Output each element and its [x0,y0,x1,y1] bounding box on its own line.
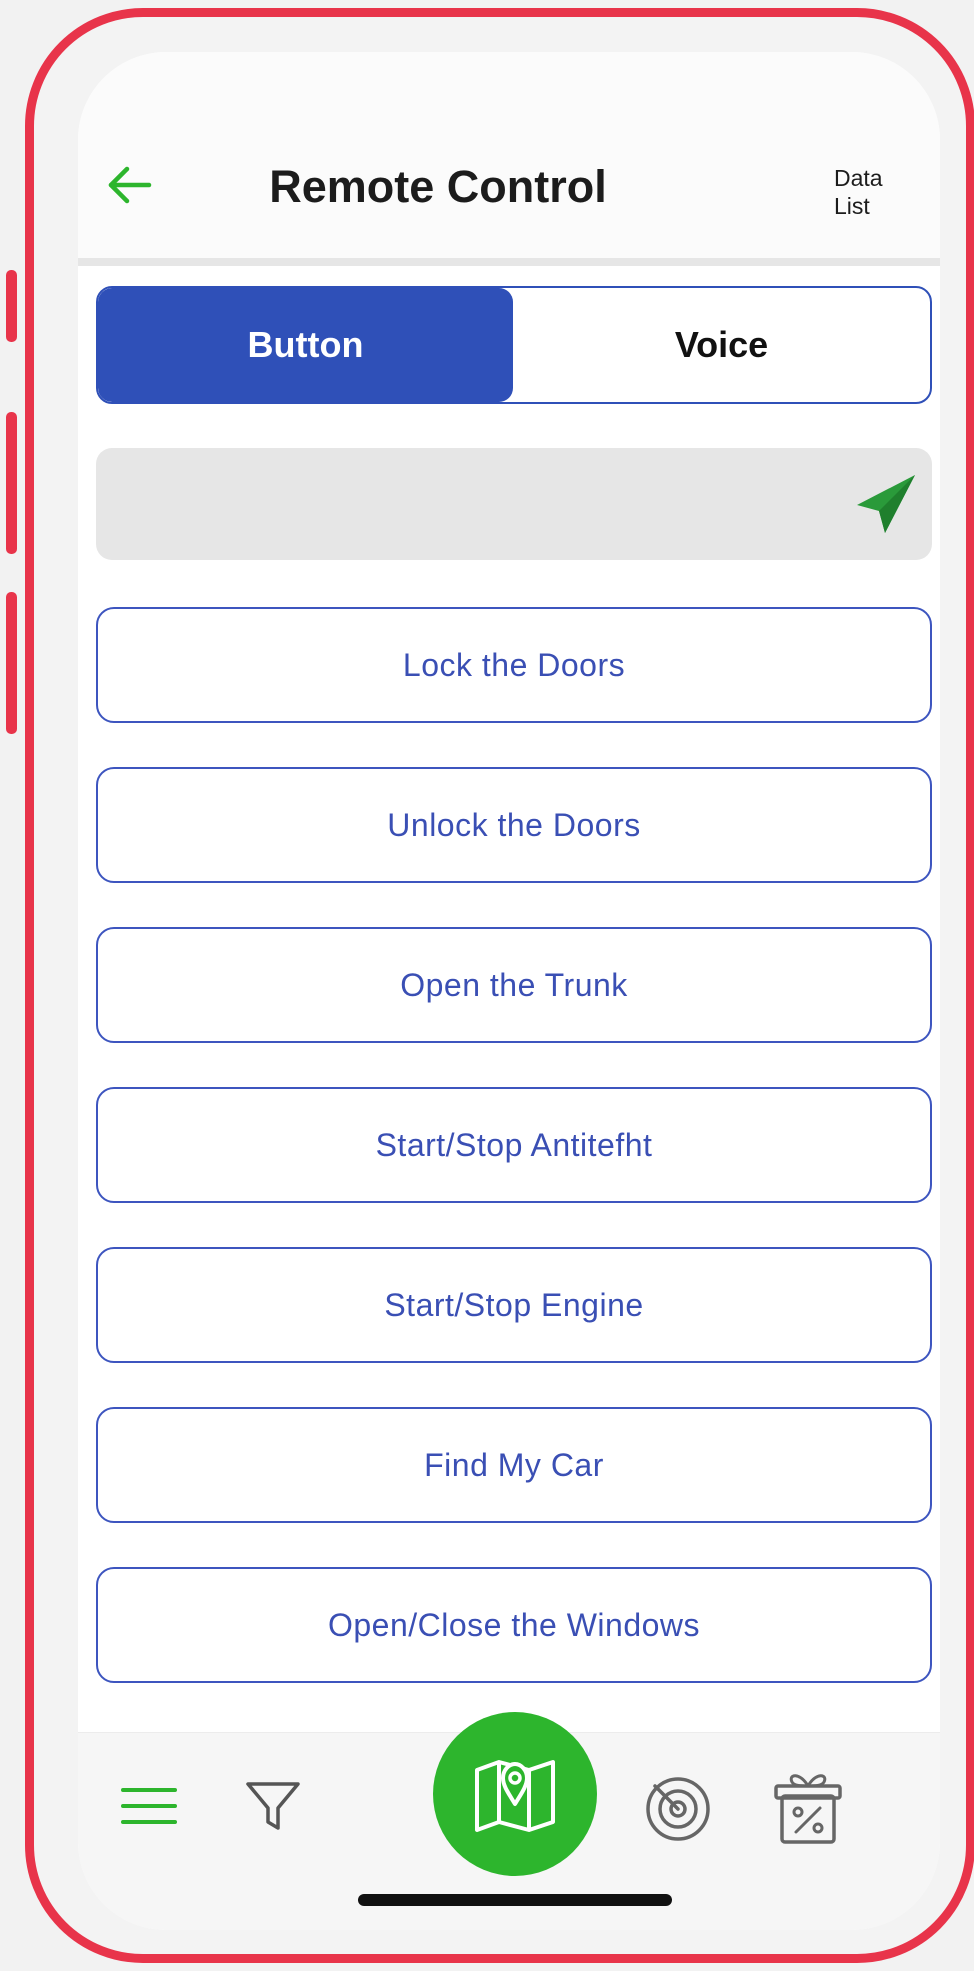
tab-filter[interactable] [238,1771,308,1841]
windows-toggle-button[interactable]: Open/Close the Windows [96,1567,932,1683]
header-divider [78,258,940,266]
lock-doors-button[interactable]: Lock the Doors [96,607,932,723]
data-list-link[interactable]: Data List [834,164,914,220]
mode-button-tab[interactable]: Button [98,288,513,402]
map-pin-icon [475,1760,555,1832]
data-list-line1: Data [834,165,883,191]
find-my-car-button[interactable]: Find My Car [96,1407,932,1523]
back-button[interactable] [104,162,154,208]
command-input-container [96,448,932,560]
mode-voice-tab[interactable]: Voice [513,288,930,402]
send-icon [857,475,915,533]
tab-map[interactable] [433,1712,597,1876]
open-trunk-button[interactable]: Open the Trunk [96,927,932,1043]
side-button-top [6,270,17,342]
side-button-middle [6,412,17,554]
home-indicator [358,1894,672,1906]
tab-menu[interactable] [114,1771,184,1841]
mode-toggle: Button Voice [96,286,932,404]
tab-offers[interactable] [768,1765,848,1849]
data-list-line2: List [834,193,870,219]
command-input[interactable] [116,468,820,542]
arrow-left-icon [108,166,152,204]
radar-icon [646,1777,710,1841]
tab-radar[interactable] [638,1769,718,1849]
page-title: Remote Control [269,161,607,212]
header [78,52,940,262]
unlock-doors-button[interactable]: Unlock the Doors [96,767,932,883]
send-button[interactable] [852,470,920,538]
gift-discount-icon [774,1774,842,1844]
engine-toggle-button[interactable]: Start/Stop Engine [96,1247,932,1363]
menu-icon [121,1788,177,1824]
side-button-bottom [6,592,17,734]
filter-icon [246,1782,300,1830]
app-screen: Remote Control Data List Button Voice Lo… [78,52,940,1930]
antitheft-toggle-button[interactable]: Start/Stop Antitefht [96,1087,932,1203]
